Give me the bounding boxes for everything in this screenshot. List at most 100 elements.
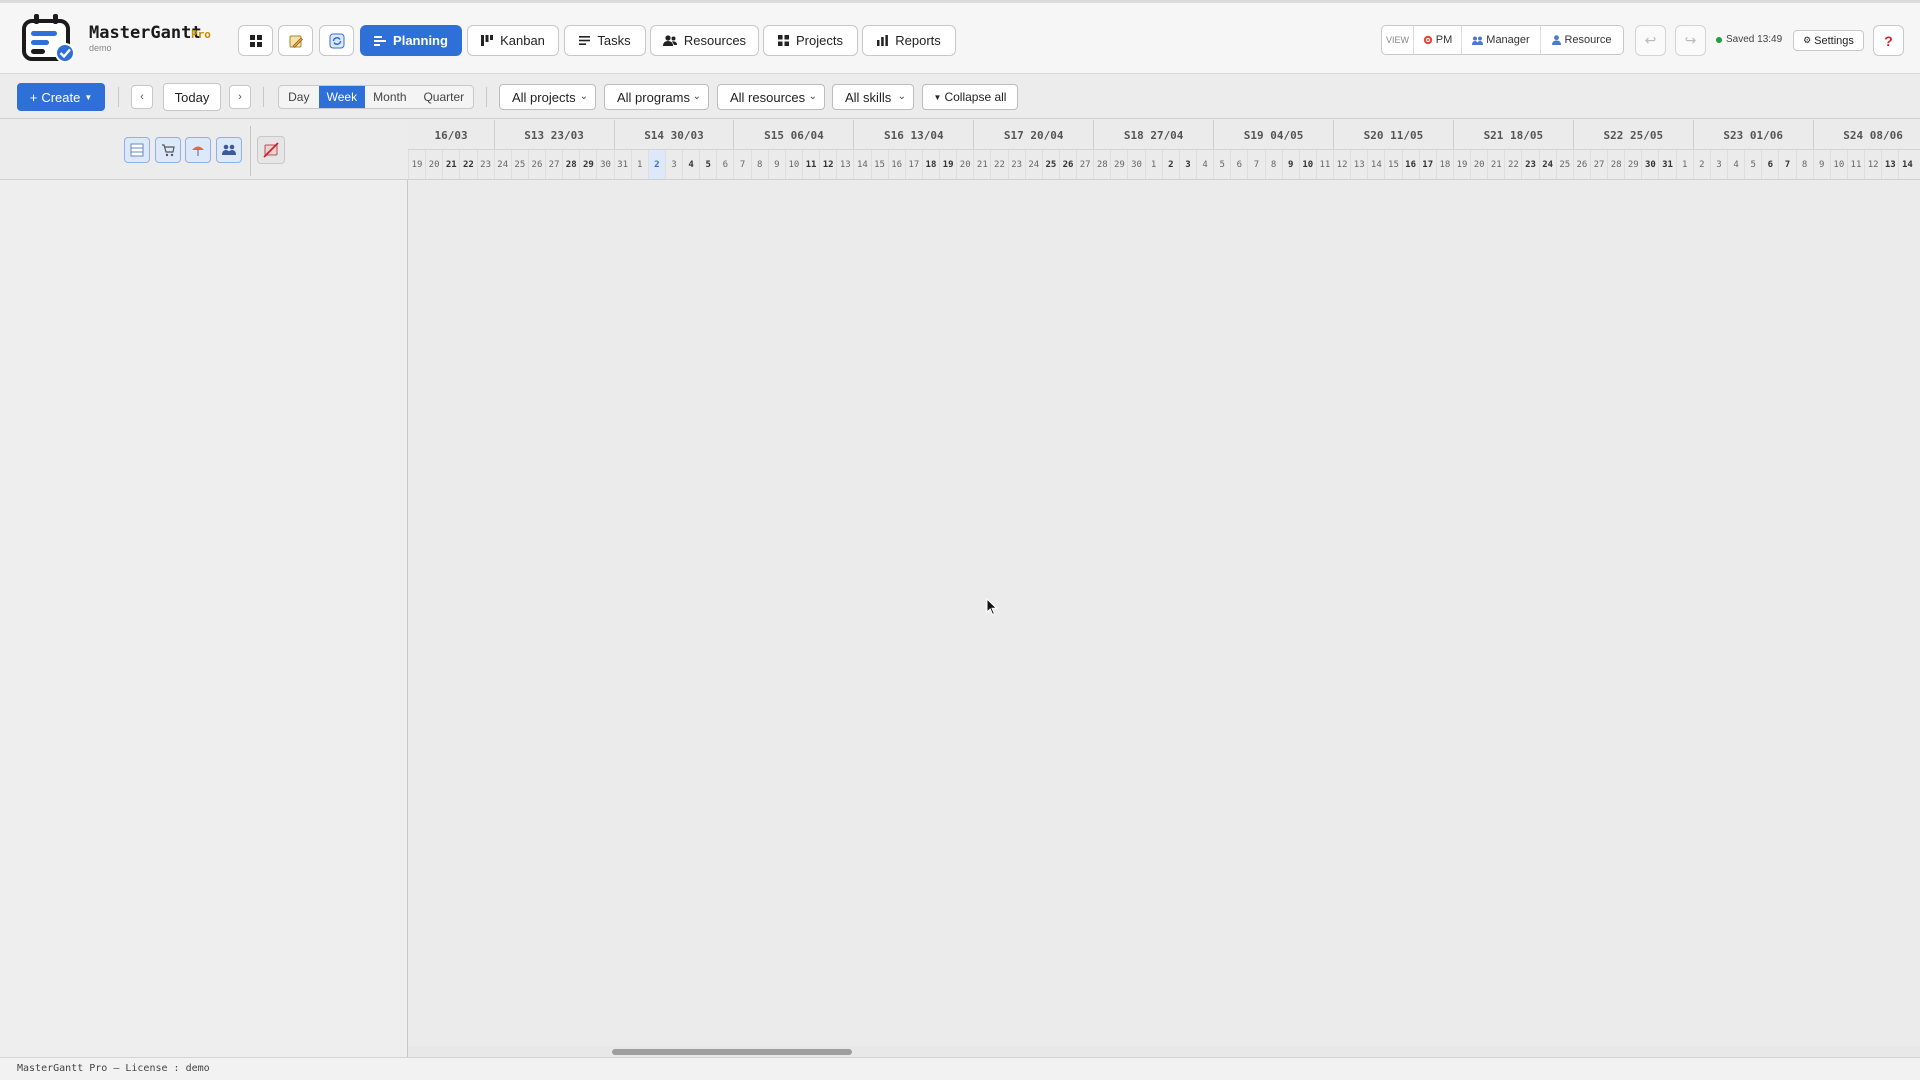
- timeline-day-cell: 22: [990, 150, 1007, 179]
- sync-button[interactable]: [319, 25, 354, 56]
- tab-kanban-label: Kanban: [500, 33, 545, 48]
- resources-filter-value: All resources: [730, 89, 806, 105]
- timeline-day-cell: 9: [1812, 150, 1830, 179]
- timeline-day-cell: 24: [1024, 150, 1042, 179]
- timeline-day-cell: 23: [1007, 150, 1025, 179]
- planning-toolbar: + Create ▼ ‹ Today › Day Week Month Quar…: [0, 75, 1920, 119]
- projects-filter-select[interactable]: All projects ⌄: [499, 84, 596, 110]
- planning-icon: [374, 35, 387, 46]
- timeline-day-cell: 21: [442, 150, 459, 179]
- create-button[interactable]: + Create ▼: [17, 83, 105, 111]
- timeline-day-cell: 20: [1470, 150, 1487, 179]
- timeline-day-cell: 1: [1144, 150, 1162, 179]
- mouse-pointer-icon: [986, 598, 998, 616]
- task-list-header: [0, 120, 408, 180]
- timeline-week-cell: S17 20/04: [973, 120, 1093, 149]
- prev-period-button[interactable]: ‹: [131, 85, 153, 109]
- notes-button[interactable]: [278, 25, 313, 56]
- settings-button[interactable]: ⚙ Settings: [1793, 30, 1864, 51]
- timeline-week-cell: S23 01/06: [1692, 120, 1813, 149]
- timeline-day-cell: 29: [1110, 150, 1127, 179]
- timeline-day-cell: 19: [1452, 150, 1470, 179]
- timeline-day-cell: 27: [545, 150, 562, 179]
- sync-icon: [329, 33, 344, 48]
- tab-reports[interactable]: Reports: [862, 25, 956, 56]
- tab-planning[interactable]: Planning: [360, 25, 462, 56]
- timeline-day-cell: 10: [784, 150, 802, 179]
- redo-button[interactable]: ↪: [1675, 25, 1706, 56]
- chevron-down-icon: ⌄: [692, 91, 701, 102]
- timeline-week-cell: 16/03: [408, 120, 494, 149]
- kanban-icon: [481, 35, 494, 46]
- timeline-day-cell: 8: [750, 150, 768, 179]
- scrollbar-thumb[interactable]: [612, 1049, 852, 1055]
- tab-tasks[interactable]: Tasks: [564, 25, 646, 56]
- undo-button[interactable]: ↩: [1635, 25, 1666, 56]
- timeline-day-cell: 31: [613, 150, 631, 179]
- scale-quarter-label: Quarter: [423, 90, 465, 104]
- scale-week-button[interactable]: Week: [318, 86, 366, 108]
- collapse-all-button[interactable]: ▼ Collapse all: [922, 84, 1018, 110]
- timeline-day-cell: 1: [630, 150, 648, 179]
- gantt-timeline[interactable]: 16/03 S13 23/03 S14 30/03 S15 06/04 S16 13/0…: [408, 120, 1920, 1057]
- timeline-day-cell: 2: [1692, 150, 1710, 179]
- timeline-day-cell: 6: [716, 150, 733, 179]
- toggle-table-button[interactable]: [124, 137, 150, 163]
- timeline-day-cell: 17: [1418, 150, 1436, 179]
- skills-filter-select[interactable]: All skills ⌄: [832, 84, 914, 110]
- tab-resources[interactable]: Resources: [650, 25, 759, 56]
- projects-filter-value: All projects: [512, 89, 576, 105]
- timeline-day-cell: 16: [887, 150, 905, 179]
- timeline-day-cell: 7: [1778, 150, 1795, 179]
- team-icon: [222, 144, 236, 155]
- timeline-day-cell: 25: [1041, 150, 1059, 179]
- toggle-team-button[interactable]: [216, 137, 242, 163]
- gear-icon: ⚙: [1803, 35, 1812, 45]
- view-pm-button[interactable]: PM: [1414, 26, 1462, 54]
- view-manager-label: Manager: [1486, 34, 1530, 46]
- dashboard-button[interactable]: [238, 25, 273, 56]
- view-label: VIEW: [1382, 26, 1414, 54]
- view-resource-button[interactable]: Resource: [1541, 26, 1623, 54]
- next-period-button[interactable]: ›: [229, 85, 251, 109]
- app-logo-icon: [20, 11, 78, 63]
- today-label: Today: [174, 89, 210, 105]
- tab-resources-label: Resources: [683, 33, 747, 48]
- help-icon: ?: [1884, 32, 1893, 49]
- timeline-week-cell: S22 25/05: [1572, 120, 1693, 149]
- scale-week-label: Week: [326, 90, 358, 104]
- time-scale-switcher: Day Week Month Quarter: [278, 85, 474, 109]
- today-button[interactable]: Today: [163, 83, 221, 111]
- plus-icon: +: [29, 89, 38, 105]
- timeline-day-cell: 5: [699, 150, 716, 179]
- header-divider: [250, 126, 251, 176]
- timeline-day-cell: 2: [647, 150, 665, 179]
- timeline-day-cell: 21: [973, 150, 990, 179]
- timeline-day-cell: 8: [1264, 150, 1282, 179]
- timeline-day-cell: 1: [1675, 150, 1693, 179]
- team-icon: [1472, 36, 1484, 45]
- resources-filter-select[interactable]: All resources ⌄: [717, 84, 825, 110]
- tab-reports-label: Reports: [895, 33, 941, 48]
- scale-day-button[interactable]: Day: [279, 86, 319, 108]
- scale-quarter-button[interactable]: Quarter: [415, 86, 473, 108]
- timeline-day-cell: 26: [1572, 150, 1590, 179]
- help-button[interactable]: ?: [1873, 25, 1904, 56]
- view-switcher: VIEW PM Manager Resource: [1381, 25, 1624, 55]
- toggle-dependencies-button[interactable]: [257, 136, 285, 164]
- scale-month-button[interactable]: Month: [365, 86, 414, 108]
- top-bar: MasterGantt Pro demo Planning Kanban Tas…: [0, 0, 1920, 74]
- grid-icon: [778, 35, 790, 46]
- toggle-holidays-button[interactable]: [185, 137, 211, 163]
- tab-kanban[interactable]: Kanban: [467, 25, 559, 56]
- view-manager-button[interactable]: Manager: [1462, 26, 1541, 54]
- toggle-cost-button[interactable]: [155, 137, 181, 163]
- horizontal-scrollbar[interactable]: [408, 1046, 1920, 1057]
- tab-projects[interactable]: Projects: [763, 25, 858, 56]
- programs-filter-select[interactable]: All programs ⌄: [604, 84, 709, 110]
- timeline-week-cell: S15 06/04: [733, 120, 853, 149]
- timeline-week-cell: S21 18/05: [1452, 120, 1573, 149]
- timeline-day-cell: 25: [510, 150, 528, 179]
- timeline-day-cell: 29: [1624, 150, 1641, 179]
- beach-umbrella-icon: [192, 146, 204, 156]
